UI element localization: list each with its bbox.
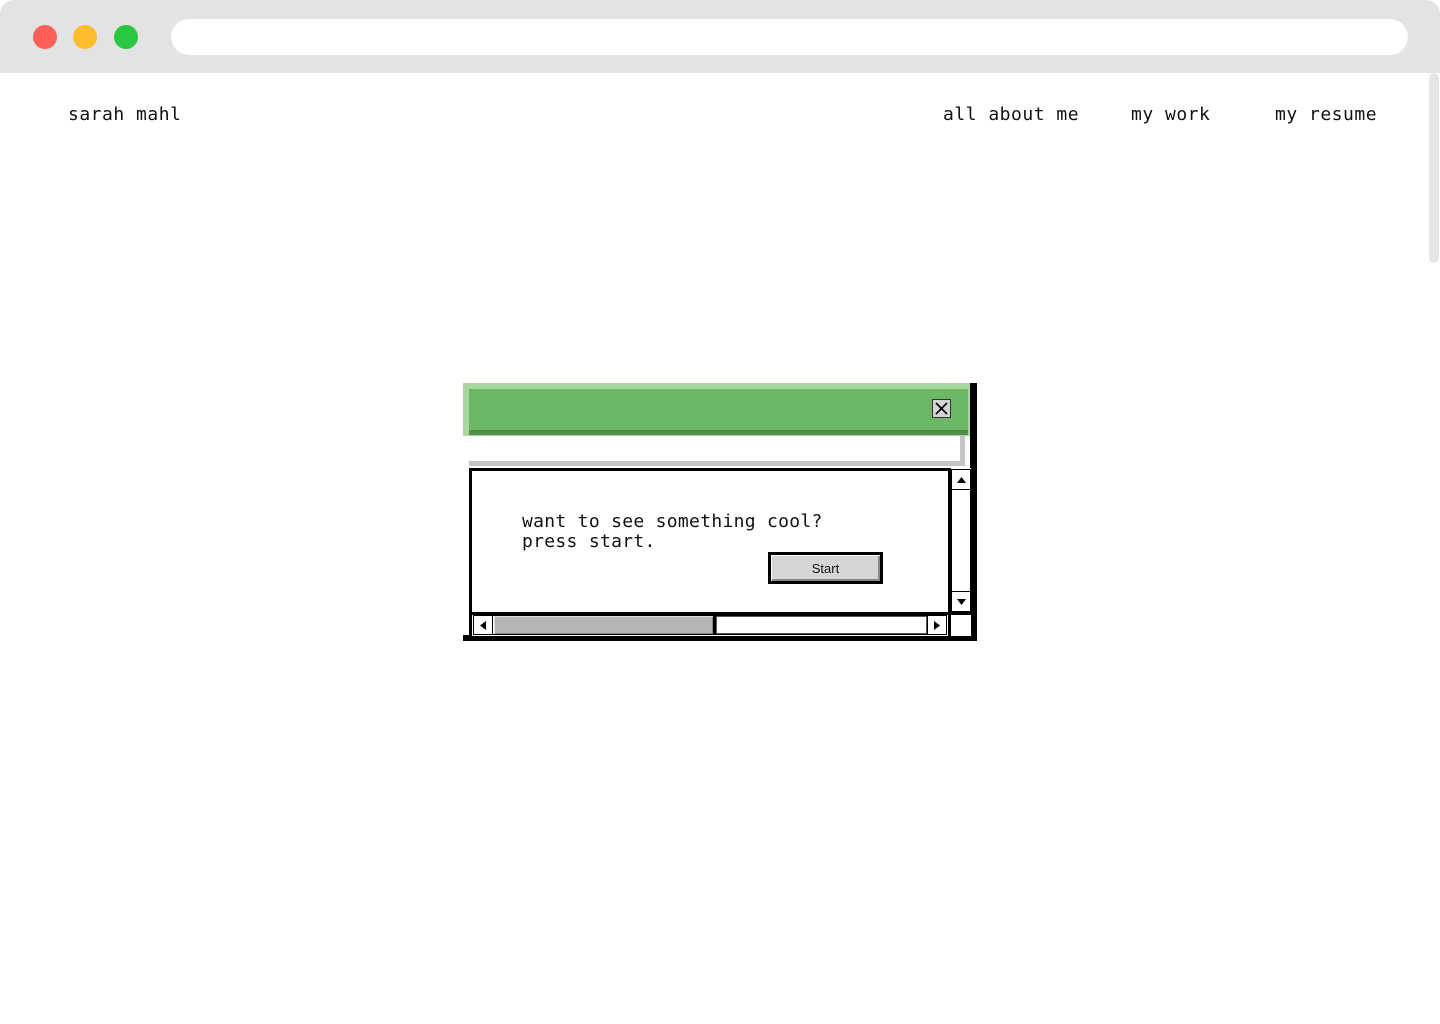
start-button[interactable]: Start (768, 552, 883, 584)
arrow-up-icon (956, 476, 966, 483)
dialog-close-button[interactable] (932, 399, 951, 418)
nav-link-work[interactable]: my work (1131, 104, 1210, 125)
dialog-horizontal-scroll-thumb[interactable] (494, 616, 716, 634)
scroll-left-button[interactable] (473, 615, 493, 635)
nav-link-about[interactable]: all about me (943, 104, 1079, 125)
scroll-right-button[interactable] (927, 615, 947, 635)
dialog-message-line-2: press start. (522, 531, 656, 552)
window-zoom-button[interactable] (114, 25, 138, 49)
dialog-scroll-corner (948, 612, 971, 636)
page-scrollbar-thumb[interactable] (1429, 73, 1439, 263)
dialog-shadow-right (970, 383, 977, 641)
close-x-icon (935, 402, 948, 415)
address-bar[interactable] (171, 19, 1408, 55)
arrow-down-icon (956, 598, 966, 605)
window-close-button[interactable] (33, 25, 57, 49)
arrow-right-icon (934, 620, 940, 630)
dialog-vertical-scroll-track[interactable] (951, 490, 971, 591)
scroll-down-button[interactable] (951, 591, 971, 612)
browser-toolbar (0, 0, 1440, 73)
window-minimize-button[interactable] (73, 25, 97, 49)
arrow-left-icon (480, 620, 486, 630)
dialog-title-bar[interactable] (469, 389, 968, 435)
dialog-menu-bar (469, 436, 965, 466)
dialog-message-line-1: want to see something cool? (522, 511, 823, 532)
dialog-horizontal-scroll-gap[interactable] (716, 616, 927, 634)
nav-link-resume[interactable]: my resume (1275, 104, 1377, 125)
scroll-up-button[interactable] (951, 469, 971, 490)
site-name[interactable]: sarah mahl (68, 104, 181, 125)
